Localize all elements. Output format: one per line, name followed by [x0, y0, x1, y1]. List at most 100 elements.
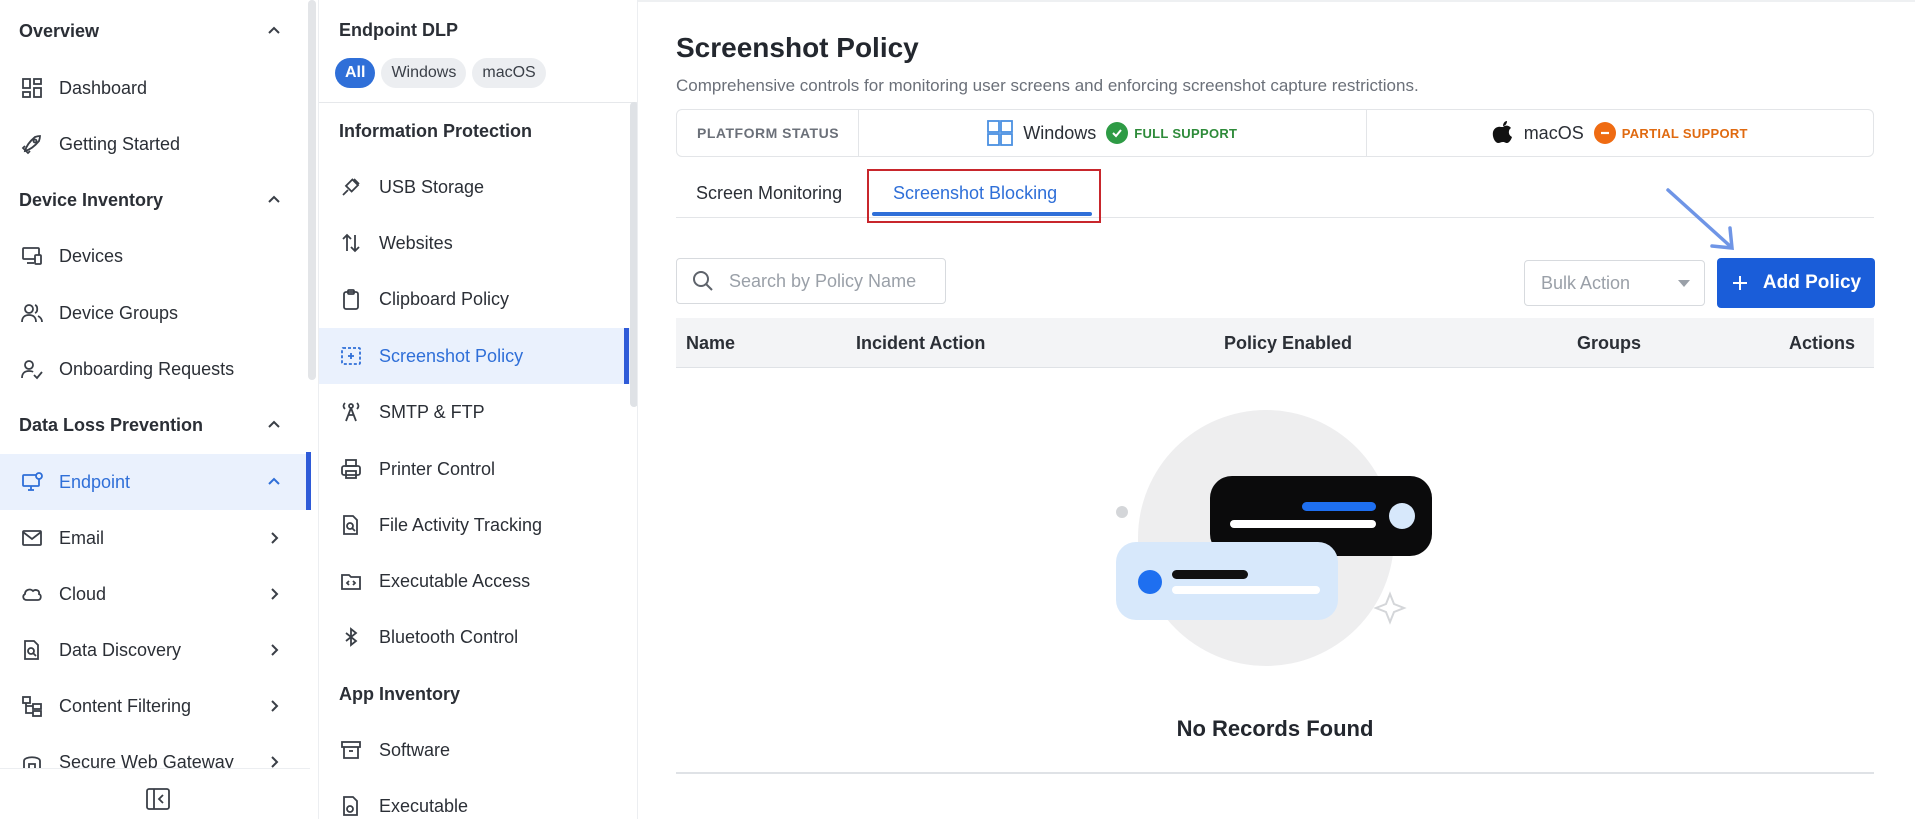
chip-macos[interactable]: macOS	[472, 58, 546, 88]
nav-scrollbar[interactable]	[308, 0, 316, 380]
arrow-annotation-icon	[1666, 188, 1734, 250]
chevron-right-icon	[271, 532, 279, 544]
platform-status-bar: PLATFORM STATUS Windows FULL SUPPORT mac…	[676, 109, 1874, 157]
platform-status-label: PLATFORM STATUS	[677, 110, 859, 156]
macos-label: macOS	[1523, 122, 1584, 143]
filter-tree-icon	[19, 693, 45, 719]
nav-section-overview[interactable]: Overview	[0, 7, 310, 55]
subnav-item-executable-access[interactable]: Executable Access	[319, 554, 631, 608]
file-search-icon	[339, 513, 363, 537]
plus-icon	[1732, 276, 1747, 290]
table-bottom-border	[676, 772, 1874, 774]
file-gear-icon	[339, 794, 363, 818]
minus-icon	[1593, 122, 1616, 144]
subnav-item-executable[interactable]: Executable	[319, 779, 631, 819]
nav-section-data-loss-prevention[interactable]: Data Loss Prevention	[0, 401, 310, 449]
chevron-up-icon	[268, 477, 280, 485]
chip-all[interactable]: All	[335, 58, 376, 88]
column-incident-action[interactable]: Incident Action	[856, 318, 985, 368]
nav-item-onboarding-requests[interactable]: Onboarding Requests	[0, 342, 310, 396]
platform-filter-chips: All Windows macOS	[335, 58, 546, 88]
left-nav: Overview Dashboard Getting Started Devic…	[0, 0, 310, 819]
nav-item-dashboard[interactable]: Dashboard	[0, 61, 310, 115]
chevron-right-icon	[271, 700, 279, 712]
page-title: Screenshot Policy	[676, 32, 919, 63]
table-header: Name Incident Action Policy Enabled Grou…	[676, 318, 1874, 368]
subnav-title: Endpoint DLP	[339, 20, 458, 40]
full-support-badge: FULL SUPPORT	[1106, 122, 1237, 144]
sub-nav: Endpoint DLP All Windows macOS Informati…	[318, 0, 638, 819]
subnav-item-printer-control[interactable]: Printer Control	[319, 442, 631, 496]
subnav-item-smtp-ftp[interactable]: SMTP & FTP	[319, 385, 631, 439]
bulk-action-select[interactable]: Bulk Action	[1524, 260, 1705, 306]
arrows-updown-icon	[339, 231, 363, 255]
check-icon	[1106, 122, 1129, 144]
file-search-icon	[19, 637, 45, 663]
devices-icon	[19, 243, 45, 269]
column-name[interactable]: Name	[686, 318, 735, 368]
column-actions[interactable]: Actions	[1789, 318, 1855, 368]
chevron-right-icon	[271, 644, 279, 656]
divider	[319, 102, 637, 103]
users-icon	[19, 300, 45, 326]
mail-icon	[19, 525, 45, 551]
subnav-item-screenshot-policy[interactable]: Screenshot Policy	[319, 328, 631, 384]
search-box[interactable]	[676, 258, 946, 304]
subnav-group-information-protection: Information Protection	[339, 121, 532, 141]
subnav-item-file-activity-tracking[interactable]: File Activity Tracking	[319, 498, 631, 552]
apple-icon	[1492, 121, 1512, 143]
windows-label: Windows	[1023, 122, 1097, 143]
search-icon	[693, 271, 713, 291]
main-content: Screenshot Policy Comprehensive controls…	[676, 0, 1876, 819]
no-records-message: No Records Found	[1176, 716, 1374, 741]
chip-windows[interactable]: Windows	[381, 58, 467, 88]
windows-icon	[987, 120, 1014, 146]
nav-item-getting-started[interactable]: Getting Started	[0, 117, 310, 171]
usb-icon	[339, 175, 363, 199]
nav-item-device-groups[interactable]: Device Groups	[0, 286, 310, 340]
page-subtitle: Comprehensive controls for monitoring us…	[676, 76, 1419, 95]
search-input[interactable]	[729, 270, 929, 292]
tower-icon	[339, 400, 363, 424]
chevron-right-icon	[271, 588, 279, 600]
nav-active-indicator	[306, 452, 311, 510]
subnav-item-usb-storage[interactable]: USB Storage	[319, 160, 631, 214]
folder-code-icon	[339, 569, 363, 593]
collapse-sidebar-icon[interactable]	[145, 787, 171, 811]
monitor-gear-icon	[19, 469, 45, 495]
nav-item-data-discovery[interactable]: Data Discovery	[0, 623, 310, 677]
empty-state-illustration	[1116, 410, 1432, 666]
subnav-item-clipboard-policy[interactable]: Clipboard Policy	[319, 272, 631, 326]
chevron-up-icon	[268, 26, 280, 34]
screenshot-icon	[339, 344, 363, 368]
macos-status: macOS PARTIAL SUPPORT	[1365, 110, 1874, 156]
chevron-up-icon	[268, 420, 280, 428]
add-policy-button[interactable]: Add Policy	[1717, 258, 1875, 308]
grid-icon	[19, 75, 45, 101]
subnav-group-app-inventory: App Inventory	[339, 684, 461, 704]
column-groups[interactable]: Groups	[1577, 318, 1641, 368]
caret-down-icon	[1678, 279, 1690, 287]
nav-item-devices[interactable]: Devices	[0, 229, 310, 283]
nav-section-device-inventory[interactable]: Device Inventory	[0, 176, 310, 224]
printer-icon	[339, 457, 363, 481]
partial-support-badge: PARTIAL SUPPORT	[1593, 122, 1748, 144]
column-policy-enabled[interactable]: Policy Enabled	[1224, 318, 1352, 368]
nav-item-content-filtering[interactable]: Content Filtering	[0, 679, 310, 733]
nav-item-cloud[interactable]: Cloud	[0, 567, 310, 621]
user-check-icon	[19, 356, 45, 382]
subnav-item-websites[interactable]: Websites	[319, 216, 631, 270]
subnav-item-bluetooth-control[interactable]: Bluetooth Control	[319, 610, 631, 664]
tab-screen-monitoring[interactable]: Screen Monitoring	[696, 168, 842, 218]
rocket-icon	[19, 131, 45, 157]
subnav-active-indicator	[624, 328, 629, 384]
archive-icon	[339, 738, 363, 762]
subnav-item-software[interactable]: Software	[319, 723, 631, 777]
nav-item-email[interactable]: Email	[0, 511, 310, 565]
subnav-scrollbar[interactable]	[630, 102, 637, 407]
highlight-box	[867, 169, 1101, 223]
windows-status: Windows FULL SUPPORT	[859, 110, 1366, 156]
cloud-icon	[19, 581, 45, 607]
nav-item-endpoint[interactable]: Endpoint	[0, 454, 310, 510]
bluetooth-icon	[339, 625, 363, 649]
